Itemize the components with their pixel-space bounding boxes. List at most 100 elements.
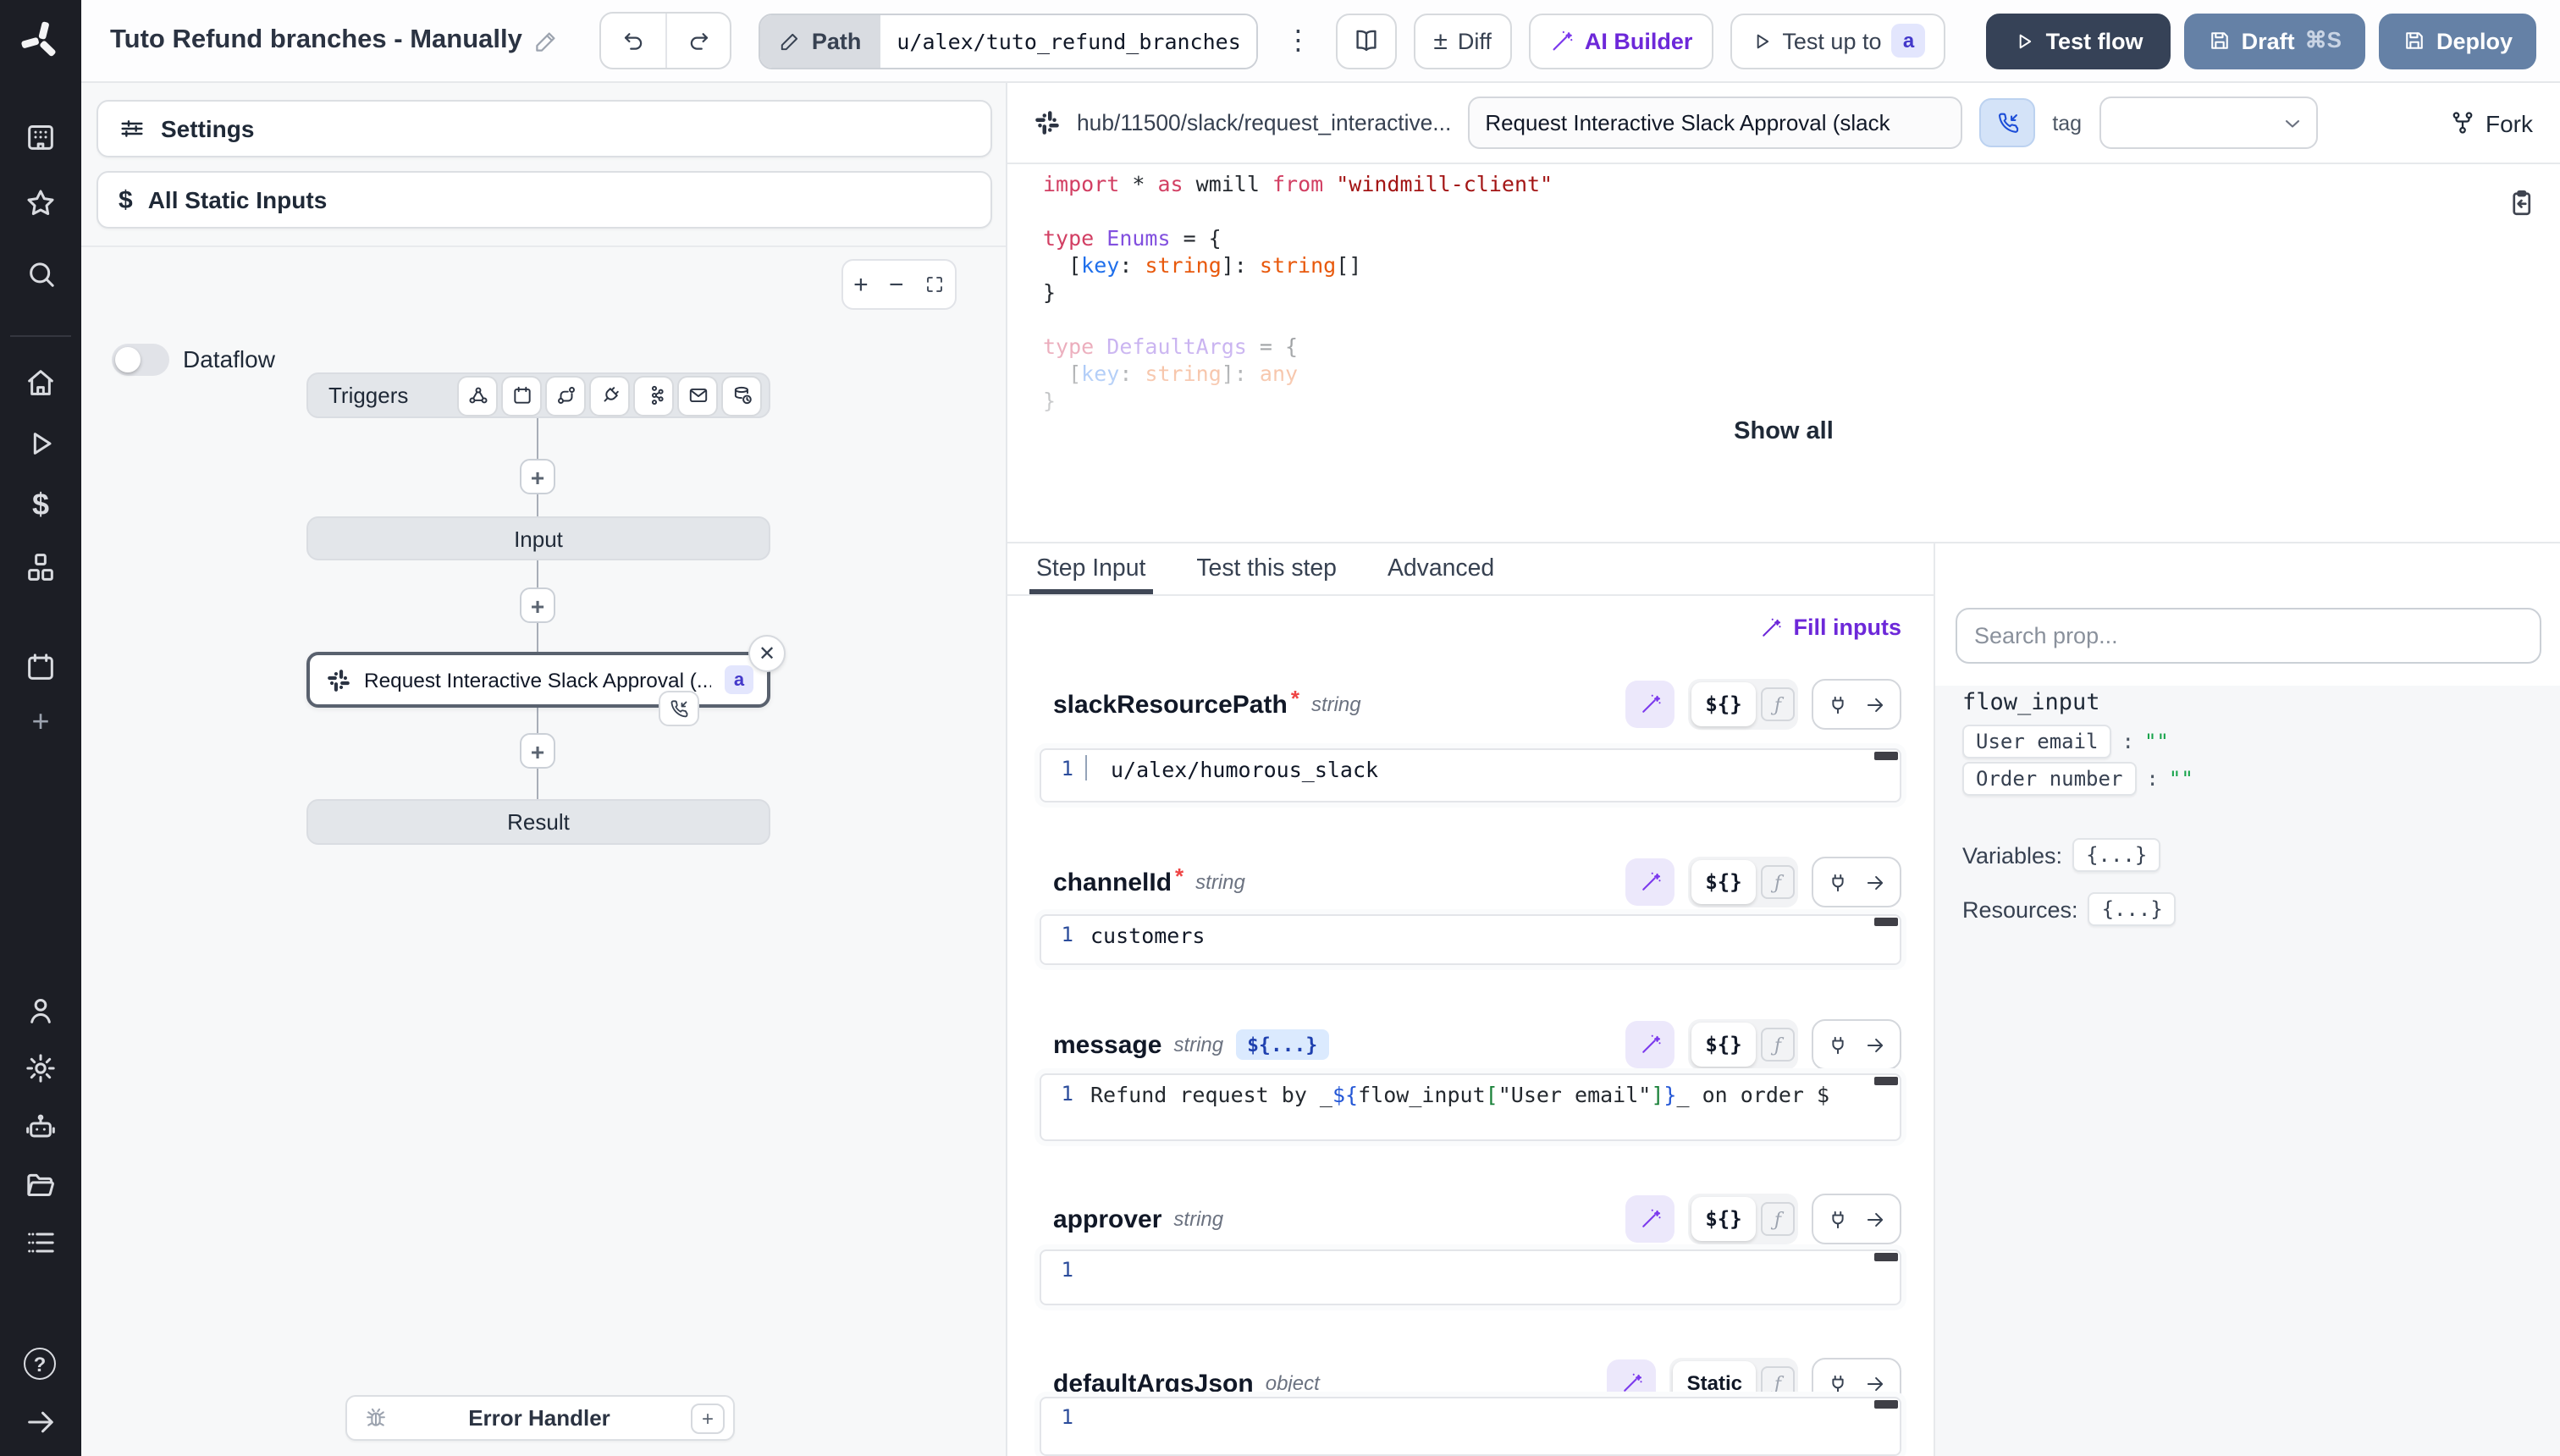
- editor-content[interactable]: u/alex/humorous_slack: [1084, 750, 1900, 801]
- ai-fill-wand-button[interactable]: [1625, 858, 1674, 906]
- windmill-logo-icon[interactable]: [19, 19, 63, 63]
- http-route-icon[interactable]: [547, 377, 584, 414]
- remove-step-button[interactable]: ✕: [748, 635, 786, 672]
- settings-gear-icon[interactable]: [24, 1051, 58, 1085]
- add-step-button[interactable]: +: [520, 459, 555, 494]
- prop-key-chip[interactable]: Order number: [1962, 762, 2136, 796]
- search-icon[interactable]: [24, 257, 58, 291]
- sql-poll-icon[interactable]: [723, 377, 760, 414]
- expand-arrow-icon[interactable]: [24, 1405, 58, 1439]
- slackResourcePath-editor[interactable]: 1 u/alex/humorous_slack: [1040, 748, 1901, 802]
- ai-robot-icon[interactable]: [24, 1111, 58, 1144]
- connect-input-group[interactable]: [1812, 679, 1901, 730]
- account-user-icon[interactable]: [24, 994, 58, 1028]
- suspend-phone-button[interactable]: [1979, 98, 2035, 147]
- message-editor[interactable]: 1 Refund request by _${flow_input["User …: [1040, 1073, 1901, 1141]
- editor-scrollbar[interactable]: [1874, 918, 1898, 926]
- help-icon[interactable]: ?: [24, 1348, 58, 1382]
- prop-key-chip[interactable]: User email: [1962, 725, 2112, 758]
- function-mode-button[interactable]: ƒ: [1761, 1028, 1795, 1062]
- flow-input-root[interactable]: flow_input: [1962, 689, 2100, 716]
- path-button[interactable]: Path: [761, 14, 880, 67]
- folders-icon[interactable]: [24, 1168, 58, 1202]
- add-plus-icon[interactable]: +: [24, 704, 58, 738]
- connect-input-group[interactable]: [1812, 1194, 1901, 1244]
- approver-editor[interactable]: 1: [1040, 1249, 1901, 1305]
- defaultArgsJson-editor[interactable]: 1: [1040, 1397, 1901, 1456]
- test-up-to-button[interactable]: Test up to a: [1730, 13, 1945, 69]
- editor-content[interactable]: [1084, 1398, 1900, 1454]
- add-step-button[interactable]: +: [520, 587, 555, 623]
- deploy-button[interactable]: Deploy: [2379, 13, 2536, 69]
- template-mode-button[interactable]: ${}: [1691, 1023, 1756, 1067]
- editor-scrollbar[interactable]: [1874, 1077, 1898, 1085]
- resources-chip[interactable]: {...}: [2088, 892, 2177, 926]
- flow-settings-button[interactable]: Settings: [97, 100, 992, 157]
- suspend-phone-badge[interactable]: [659, 691, 699, 726]
- ai-fill-wand-button[interactable]: [1625, 1195, 1674, 1243]
- channelId-editor[interactable]: 1 customers: [1040, 914, 1901, 965]
- template-mode-button[interactable]: ${}: [1691, 682, 1756, 726]
- function-mode-button[interactable]: ƒ: [1761, 687, 1795, 721]
- connect-input-group[interactable]: [1812, 1019, 1901, 1070]
- test-flow-button[interactable]: Test flow: [1987, 13, 2171, 69]
- search-prop-input[interactable]: [1956, 608, 2541, 664]
- webhook-icon[interactable]: [459, 377, 496, 414]
- audit-logs-icon[interactable]: [24, 1226, 58, 1260]
- triggers-node[interactable]: Triggers: [306, 372, 770, 418]
- tab-step-input[interactable]: Step Input: [1036, 543, 1145, 594]
- fill-inputs-button[interactable]: Fill inputs: [1760, 615, 1902, 640]
- variables-chip[interactable]: {...}: [2072, 838, 2160, 872]
- fork-button[interactable]: Fork: [2450, 109, 2533, 136]
- resources-cubes-icon[interactable]: [24, 550, 58, 584]
- schedules-calendar-icon[interactable]: [24, 650, 58, 684]
- ai-builder-button[interactable]: AI Builder: [1529, 13, 1713, 69]
- connect-input-group[interactable]: [1812, 857, 1901, 907]
- show-all-button[interactable]: Show all: [1007, 418, 2560, 445]
- slack-approval-node[interactable]: Request Interactive Slack Approval (... …: [306, 652, 770, 708]
- tab-advanced[interactable]: Advanced: [1388, 543, 1494, 594]
- zoom-in-button[interactable]: +: [853, 272, 869, 297]
- hub-script-path[interactable]: hub/11500/slack/request_interactive...: [1077, 110, 1451, 135]
- diff-button[interactable]: ± Diff: [1413, 13, 1512, 69]
- editor-content[interactable]: [1084, 1251, 1900, 1304]
- ai-fill-wand-button[interactable]: [1625, 1021, 1674, 1068]
- tag-select[interactable]: [2099, 97, 2317, 149]
- more-kebab-icon[interactable]: ⋮: [1284, 24, 1311, 58]
- function-mode-button[interactable]: ƒ: [1761, 865, 1795, 899]
- email-icon[interactable]: [679, 377, 716, 414]
- tab-test-this-step[interactable]: Test this step: [1196, 543, 1337, 594]
- favorites-star-icon[interactable]: [24, 186, 58, 220]
- websocket-plug-icon[interactable]: [591, 377, 628, 414]
- undo-button[interactable]: [602, 14, 666, 68]
- editor-content[interactable]: Refund request by _${flow_input["User em…: [1084, 1075, 1900, 1139]
- code-preview[interactable]: import * as wmill from "windmill-client"…: [1007, 164, 2560, 543]
- zoom-out-button[interactable]: −: [889, 272, 904, 297]
- copy-code-icon[interactable]: [2506, 188, 2536, 218]
- runs-play-icon[interactable]: [24, 427, 58, 461]
- ai-fill-wand-button[interactable]: [1625, 681, 1674, 728]
- draft-button[interactable]: Draft ⌘S: [2184, 13, 2365, 69]
- template-mode-button[interactable]: ${}: [1691, 1197, 1756, 1241]
- editor-scrollbar[interactable]: [1874, 752, 1898, 760]
- editor-scrollbar[interactable]: [1874, 1253, 1898, 1261]
- home-icon[interactable]: [24, 366, 58, 400]
- all-static-inputs-button[interactable]: $ All Static Inputs: [97, 171, 992, 229]
- dataflow-toggle[interactable]: [112, 344, 169, 376]
- result-node[interactable]: Result: [306, 799, 770, 845]
- path-input[interactable]: [880, 14, 1255, 67]
- add-step-button[interactable]: +: [520, 733, 555, 769]
- variables-dollar-icon[interactable]: $: [24, 488, 58, 521]
- function-mode-button[interactable]: ƒ: [1761, 1202, 1795, 1236]
- fit-view-button[interactable]: [924, 274, 945, 295]
- add-error-handler-button[interactable]: +: [691, 1403, 725, 1433]
- edit-title-pencil-icon[interactable]: [534, 28, 560, 53]
- schedule-calendar-icon[interactable]: [503, 377, 540, 414]
- error-handler-node[interactable]: Error Handler +: [345, 1395, 735, 1441]
- docs-book-button[interactable]: [1335, 13, 1396, 69]
- redo-button[interactable]: [666, 14, 731, 68]
- kafka-icon[interactable]: [635, 377, 672, 414]
- step-name-input[interactable]: [1468, 97, 1962, 149]
- workspace-icon[interactable]: [24, 120, 58, 154]
- editor-content[interactable]: customers: [1084, 916, 1900, 963]
